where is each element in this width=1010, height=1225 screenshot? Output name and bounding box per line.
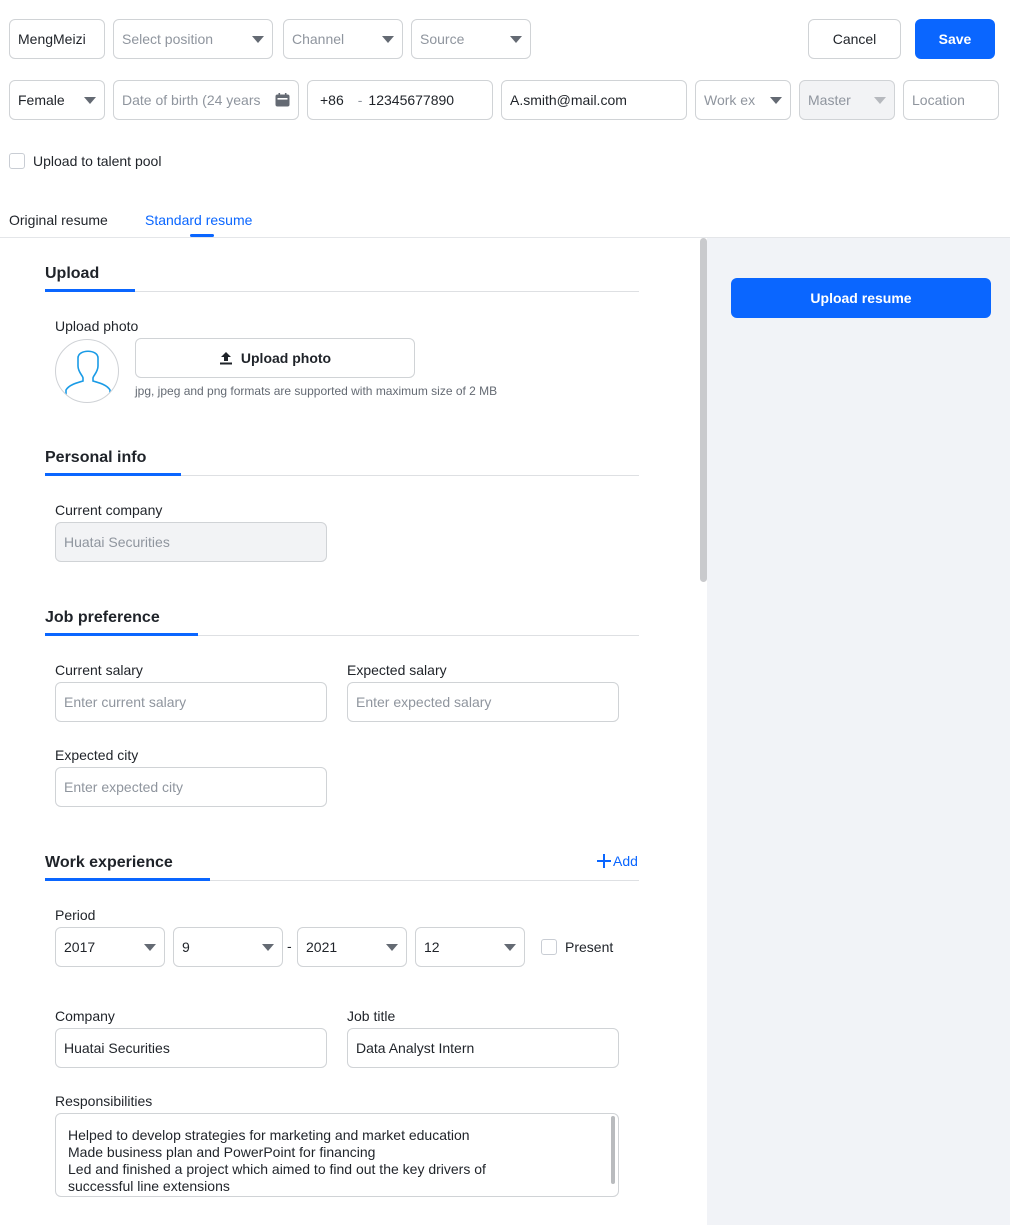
degree-select[interactable]: Master [799, 80, 895, 120]
current-company-label: Current company [55, 502, 163, 518]
chevron-down-icon [252, 35, 264, 43]
phone-value: 12345677890 [368, 92, 455, 108]
section-title-personal-info: Personal info [45, 449, 147, 466]
chevron-down-icon [504, 943, 516, 951]
chevron-down-icon [510, 35, 522, 43]
chevron-down-icon [386, 943, 398, 951]
chevron-down-icon [262, 943, 274, 951]
tab-standard-resume[interactable]: Standard resume [145, 212, 252, 228]
chevron-down-icon [144, 943, 156, 951]
upload-photo-button[interactable]: Upload photo [135, 338, 415, 378]
expected-city-input[interactable]: Enter expected city [55, 767, 327, 807]
gender-value: Female [18, 92, 65, 108]
location-input[interactable]: Location [903, 80, 999, 120]
channel-placeholder: Channel [292, 31, 345, 47]
expected-salary-input[interactable]: Enter expected salary [347, 682, 619, 722]
present-checkbox[interactable] [541, 939, 557, 955]
responsibilities-line: Made business plan and PowerPoint for fi… [68, 1144, 376, 1160]
phone-input[interactable]: +86 - 12345677890 [307, 80, 493, 120]
section-title-job-preference: Job preference [45, 609, 160, 626]
talent-pool-label[interactable]: Upload to talent pool [33, 153, 161, 169]
source-select[interactable]: Source [411, 19, 531, 59]
responsibilities-label: Responsibilities [55, 1093, 153, 1109]
expected-city-label: Expected city [55, 747, 139, 763]
job-title-label: Job title [347, 1008, 396, 1024]
responsibilities-textarea[interactable]: Helped to develop strategies for marketi… [55, 1113, 619, 1197]
end-year-select[interactable]: 2021 [297, 927, 407, 967]
chevron-down-icon [382, 35, 394, 43]
plus-icon [597, 854, 611, 868]
location-placeholder: Location [912, 92, 965, 108]
save-button[interactable]: Save [915, 19, 995, 59]
current-company-field: Huatai Securities [55, 522, 327, 562]
section-title-upload: Upload [45, 265, 100, 282]
scrollbar-thumb[interactable] [700, 238, 707, 582]
position-select[interactable]: Select position [113, 19, 273, 59]
start-year-select[interactable]: 2017 [55, 927, 165, 967]
expected-city-placeholder: Enter expected city [64, 779, 184, 795]
expected-salary-label: Expected salary [347, 662, 447, 678]
upload-photo-button-label: Upload photo [240, 350, 332, 366]
upload-resume-button[interactable]: Upload resume [731, 278, 991, 318]
period-range-separator: - [287, 938, 292, 954]
avatar [55, 339, 119, 403]
talent-pool-checkbox[interactable] [9, 153, 25, 169]
dob-picker[interactable]: Date of birth (24 years [113, 80, 299, 120]
current-salary-input[interactable]: Enter current salary [55, 682, 327, 722]
chevron-down-icon [84, 96, 96, 104]
start-month-select[interactable]: 9 [173, 927, 283, 967]
end-year-value: 2021 [306, 939, 338, 955]
expected-salary-placeholder: Enter expected salary [356, 694, 492, 710]
section-accent [45, 633, 198, 636]
chevron-down-icon [874, 96, 886, 104]
present-label[interactable]: Present [565, 939, 613, 955]
company-label: Company [55, 1008, 115, 1024]
position-placeholder: Select position [122, 31, 214, 47]
upload-help-text: jpg, jpeg and png formats are supported … [135, 384, 498, 398]
email-input[interactable]: A.smith@mail.com [501, 80, 687, 120]
calendar-icon [275, 93, 290, 107]
section-accent [45, 473, 181, 476]
responsibilities-line: Helped to develop strategies for marketi… [68, 1127, 470, 1143]
end-month-select[interactable]: 12 [415, 927, 525, 967]
period-label: Period [55, 907, 96, 923]
work-experience-select[interactable]: Work ex [695, 80, 791, 120]
company-input[interactable]: Huatai Securities [55, 1028, 327, 1068]
section-title-work-experience: Work experience [45, 854, 173, 871]
channel-select[interactable]: Channel [283, 19, 403, 59]
section-accent [45, 878, 210, 881]
chevron-down-icon [770, 96, 782, 104]
upload-icon [219, 351, 233, 365]
job-title-input[interactable]: Data Analyst Intern [347, 1028, 619, 1068]
source-placeholder: Source [420, 31, 465, 47]
name-input[interactable]: MengMeizi [9, 19, 105, 59]
responsibilities-line: Led and finished a project which aimed t… [68, 1161, 486, 1177]
current-salary-placeholder: Enter current salary [64, 694, 187, 710]
company-value: Huatai Securities [64, 1040, 170, 1056]
current-company-value: Huatai Securities [64, 534, 170, 550]
upload-photo-label: Upload photo [55, 318, 139, 334]
section-accent [45, 289, 135, 292]
current-salary-label: Current salary [55, 662, 143, 678]
phone-separator: - [357, 92, 363, 108]
work-experience-placeholder: Work ex [704, 92, 756, 108]
email-value: A.smith@mail.com [510, 92, 627, 108]
person-icon [65, 350, 111, 402]
degree-value: Master [808, 92, 851, 108]
add-work-experience-button[interactable]: Add [597, 853, 638, 869]
start-month-value: 9 [182, 939, 190, 955]
phone-country-code[interactable]: +86 [320, 92, 344, 108]
cancel-button[interactable]: Cancel [808, 19, 901, 59]
name-value: MengMeizi [18, 31, 86, 47]
dob-placeholder: Date of birth (24 years [122, 92, 261, 108]
start-year-value: 2017 [64, 939, 96, 955]
tab-original-resume[interactable]: Original resume [9, 212, 108, 228]
gender-select[interactable]: Female [9, 80, 105, 120]
job-title-value: Data Analyst Intern [356, 1040, 475, 1056]
responsibilities-line: successful line extensions [68, 1178, 230, 1194]
add-label: Add [613, 853, 638, 869]
right-panel [707, 238, 1010, 1225]
textarea-scrollbar[interactable] [611, 1116, 615, 1184]
end-month-value: 12 [424, 939, 440, 955]
